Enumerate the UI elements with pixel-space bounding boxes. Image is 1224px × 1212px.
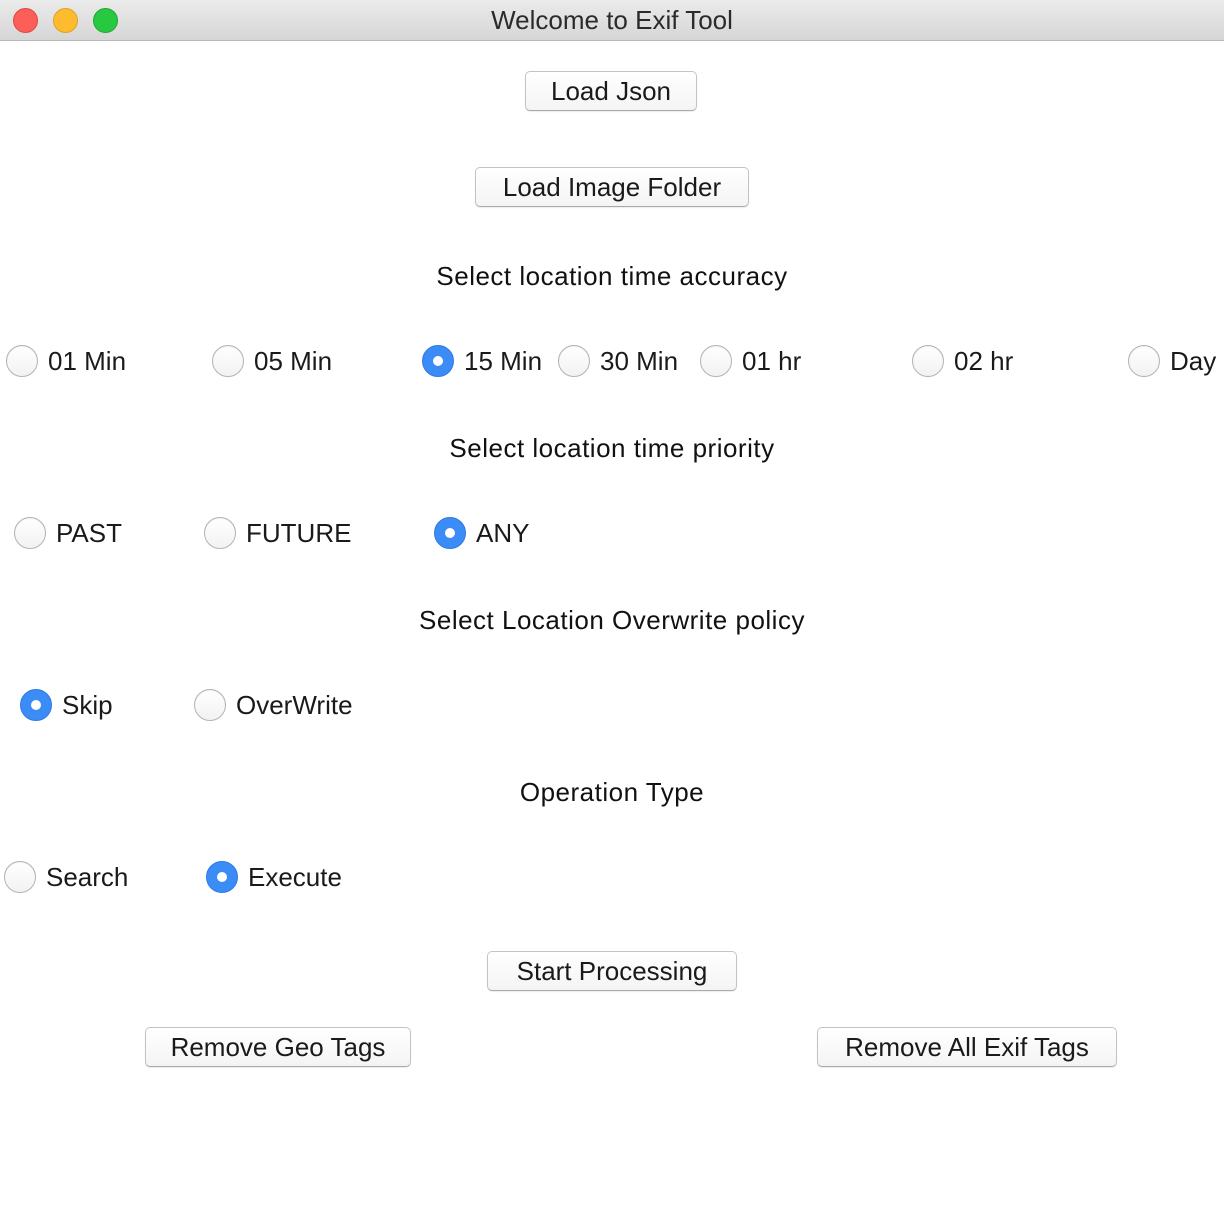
- priority-option-any[interactable]: ANY: [434, 515, 529, 551]
- overwrite-heading: Select Location Overwrite policy: [419, 605, 805, 635]
- radio-circle-selected[interactable]: [422, 345, 454, 377]
- radio-label: PAST: [56, 517, 122, 548]
- accuracy-option-01-hr[interactable]: 01 hr: [700, 343, 801, 379]
- radio-label: FUTURE: [246, 517, 352, 548]
- operation-heading: Operation Type: [519, 777, 705, 807]
- radio-label: 15 Min: [464, 345, 543, 376]
- load-json-button[interactable]: Load Json: [525, 71, 697, 111]
- radio-circle[interactable]: [212, 345, 244, 377]
- remove-all-exif-tags-button[interactable]: Remove All Exif Tags: [817, 1027, 1117, 1067]
- radio-circle[interactable]: [700, 345, 732, 377]
- radio-label: Skip: [62, 689, 113, 720]
- radio-label: 01 Min: [48, 345, 127, 376]
- window-title: Welcome to Exif Tool: [491, 5, 733, 35]
- radio-circle[interactable]: [194, 689, 226, 721]
- radio-label: OverWrite: [236, 689, 353, 720]
- accuracy-heading: Select location time accuracy: [436, 261, 788, 291]
- accuracy-option-02-hr[interactable]: 02 hr: [912, 343, 1013, 379]
- radio-circle[interactable]: [14, 517, 46, 549]
- radio-circle-selected[interactable]: [434, 517, 466, 549]
- exif-tool-window: Welcome to Exif Tool Load Json Load Imag…: [0, 0, 1224, 1212]
- radio-circle[interactable]: [204, 517, 236, 549]
- radio-circle[interactable]: [912, 345, 944, 377]
- remove-geo-tags-button[interactable]: Remove Geo Tags: [145, 1027, 411, 1067]
- load-image-folder-button[interactable]: Load Image Folder: [475, 167, 749, 207]
- priority-heading: Select location time priority: [449, 433, 775, 463]
- accuracy-option-05-min[interactable]: 05 Min: [212, 343, 332, 379]
- radio-circle[interactable]: [4, 861, 36, 893]
- radio-circle-selected[interactable]: [206, 861, 238, 893]
- radio-label: Search: [46, 861, 129, 892]
- radio-label: 02 hr: [954, 345, 1014, 376]
- overwrite-option-overwrite[interactable]: OverWrite: [194, 687, 353, 723]
- radio-circle-selected[interactable]: [20, 689, 52, 721]
- accuracy-option-15-min[interactable]: 15 Min: [422, 343, 542, 379]
- title-bar: Welcome to Exif Tool: [0, 0, 1224, 41]
- radio-label: 30 Min: [600, 345, 679, 376]
- operation-option-search[interactable]: Search: [4, 859, 128, 895]
- radio-circle[interactable]: [1128, 345, 1160, 377]
- radio-label: Day: [1170, 345, 1217, 376]
- accuracy-option-day[interactable]: Day: [1128, 343, 1216, 379]
- priority-option-past[interactable]: PAST: [14, 515, 122, 551]
- radio-label: Execute: [248, 861, 342, 892]
- radio-label: ANY: [476, 517, 530, 548]
- radio-circle[interactable]: [6, 345, 38, 377]
- radio-label: 05 Min: [254, 345, 333, 376]
- overwrite-option-skip[interactable]: Skip: [20, 687, 113, 723]
- priority-option-future[interactable]: FUTURE: [204, 515, 351, 551]
- radio-label: 01 hr: [742, 345, 802, 376]
- accuracy-option-30-min[interactable]: 30 Min: [558, 343, 678, 379]
- radio-circle[interactable]: [558, 345, 590, 377]
- start-processing-button[interactable]: Start Processing: [487, 951, 737, 991]
- accuracy-option-01-min[interactable]: 01 Min: [6, 343, 126, 379]
- operation-option-execute[interactable]: Execute: [206, 859, 342, 895]
